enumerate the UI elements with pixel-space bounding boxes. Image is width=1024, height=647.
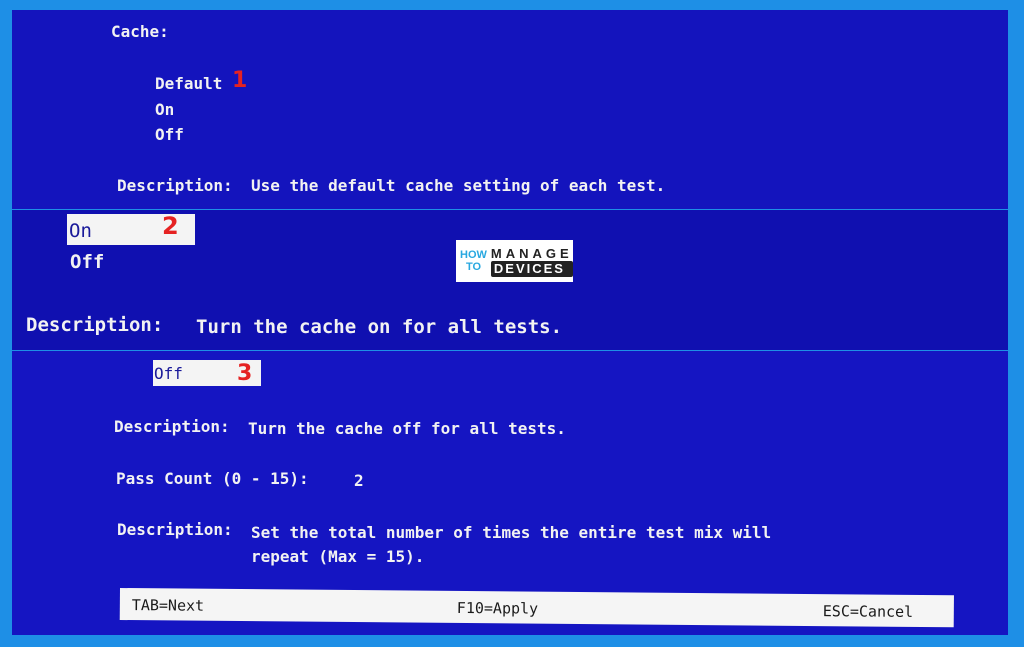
how-to-manage-devices-logo: HOW TO MANAGE DEVICES — [456, 240, 573, 282]
description-label: Description: — [117, 176, 233, 195]
logo-devices: DEVICES — [490, 260, 573, 277]
marker-3: 3 — [237, 361, 253, 386]
description-label: Description: — [114, 417, 230, 436]
description-label: Description: — [26, 314, 164, 336]
logo-manage: MANAGE — [490, 245, 573, 261]
option-on-label: On — [69, 220, 92, 242]
option-off[interactable]: Off — [70, 251, 104, 273]
pass-count-label: Pass Count (0 - 15): — [116, 469, 309, 488]
pass-count-value[interactable]: 2 — [354, 471, 364, 490]
description-text: Turn the cache on for all tests. — [196, 316, 563, 338]
description2-label: Description: — [117, 520, 233, 539]
esc-cancel-key[interactable]: ESC=Cancel — [823, 602, 913, 621]
option-off-label: Off — [154, 364, 183, 383]
cache-panel-default: Cache: Default 1 On Off Description: Use… — [12, 10, 1008, 209]
cache-heading: Cache: — [111, 22, 169, 41]
logo-how: HOW — [460, 249, 487, 261]
option-default[interactable]: Default — [155, 74, 222, 93]
description-text: Use the default cache setting of each te… — [251, 176, 666, 195]
description2-line2: repeat (Max = 15). — [251, 547, 425, 566]
description-text: Turn the cache off for all tests. — [248, 419, 566, 438]
option-off[interactable]: Off — [155, 125, 184, 144]
option-on[interactable]: On — [155, 100, 174, 119]
logo-to: TO — [466, 261, 482, 273]
marker-2: 2 — [162, 212, 179, 240]
marker-1: 1 — [232, 68, 248, 93]
tab-next-key[interactable]: TAB=Next — [132, 596, 204, 615]
f10-apply-key[interactable]: F10=Apply — [457, 599, 538, 618]
description2-line1: Set the total number of times the entire… — [251, 523, 772, 542]
